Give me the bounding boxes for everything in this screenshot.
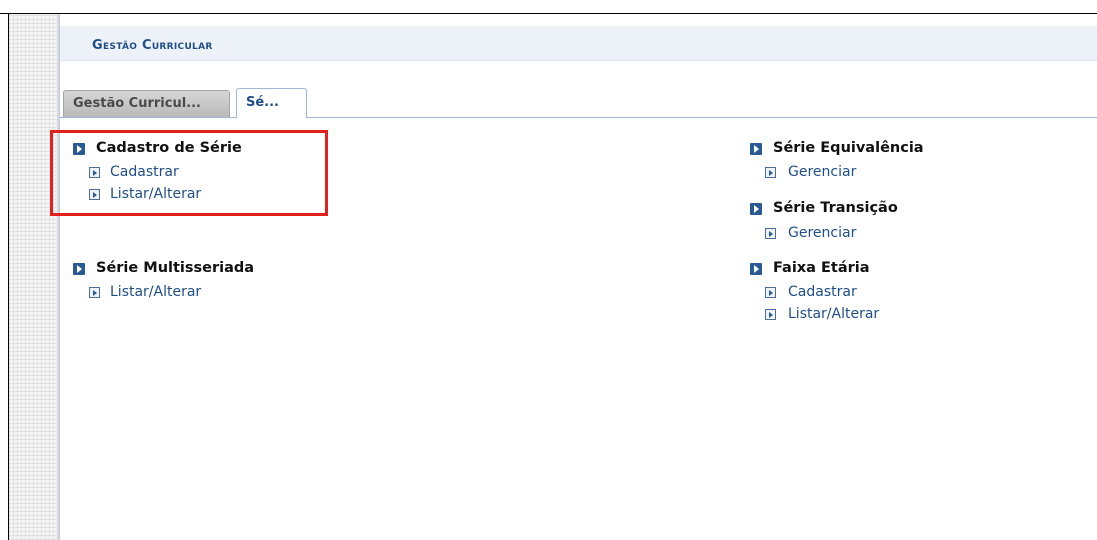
- link-bullet-icon: [765, 309, 776, 320]
- link-listar-alterar-multisseriada[interactable]: Listar/Alterar: [110, 284, 201, 300]
- link-gerenciar-transicao[interactable]: Gerenciar: [788, 225, 856, 241]
- tabs-baseline: [60, 117, 1097, 118]
- tab-gestao-curricular[interactable]: Gestão Curricul...: [63, 90, 230, 117]
- link-bullet-icon: [765, 228, 776, 239]
- section-bullet-icon: [750, 263, 762, 275]
- section-title-serie-transicao: Série Transição: [773, 200, 898, 216]
- section-bullet-icon: [750, 143, 762, 155]
- section-title-serie-equivalencia: Série Equivalência: [773, 140, 924, 156]
- link-cadastrar-faixa-etaria[interactable]: Cadastrar: [788, 284, 857, 300]
- page-header: [60, 26, 1097, 61]
- link-listar-alterar-faixa-etaria[interactable]: Listar/Alterar: [788, 306, 879, 322]
- section-title-serie-multisseriada: Série Multisseriada: [96, 260, 255, 276]
- section-bullet-icon: [750, 203, 762, 215]
- highlight-box: [50, 130, 328, 216]
- link-bullet-icon: [89, 287, 100, 298]
- tab-serie[interactable]: Sé...: [236, 88, 307, 118]
- section-title-faixa-etaria: Faixa Etária: [773, 260, 870, 276]
- page-title: Gestão Curricular: [92, 38, 213, 53]
- section-bullet-icon: [73, 263, 85, 275]
- left-rail: [9, 14, 57, 540]
- link-bullet-icon: [765, 167, 776, 178]
- link-bullet-icon: [765, 287, 776, 298]
- link-gerenciar-equivalencia[interactable]: Gerenciar: [788, 164, 856, 180]
